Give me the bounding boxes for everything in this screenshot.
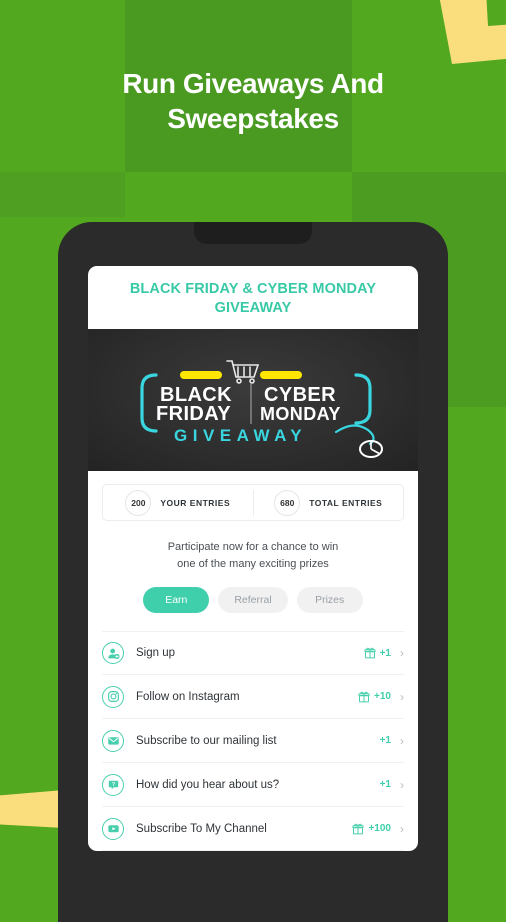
your-entries: 200 YOUR ENTRIES	[103, 489, 253, 516]
task-reward: +10 ›	[358, 690, 404, 704]
svg-text:MONDAY: MONDAY	[260, 404, 341, 424]
task-row-sign-up[interactable]: Sign up +1 ›	[102, 631, 404, 675]
tab-bar: Earn Referral Prizes	[88, 587, 418, 613]
chevron-right-icon: ›	[400, 733, 404, 748]
task-points: +1	[379, 647, 391, 659]
task-row-subscribe-channel[interactable]: Subscribe To My Channel +100 ›	[102, 807, 404, 851]
phone-screen: BLACK FRIDAY & CYBER MONDAY GIVEAWAY BLA…	[88, 266, 418, 851]
task-reward: +1 ›	[364, 646, 404, 660]
svg-text:?: ?	[111, 782, 114, 788]
question-bubble-icon: ?	[102, 773, 124, 796]
campaign-title: BLACK FRIDAY & CYBER MONDAY GIVEAWAY	[129, 281, 377, 316]
your-entries-value: 200	[125, 489, 152, 516]
your-entries-label: YOUR ENTRIES	[160, 497, 231, 508]
envelope-icon	[102, 729, 124, 752]
tab-referral[interactable]: Referral	[218, 587, 288, 613]
task-points: +1	[379, 779, 391, 790]
entries-summary: 200 YOUR ENTRIES 680 TOTAL ENTRIES	[102, 484, 404, 521]
total-entries-value: 680	[274, 489, 301, 516]
gift-icon	[364, 647, 376, 659]
task-reward: +100 ›	[352, 822, 404, 836]
svg-text:CYBER: CYBER	[264, 384, 336, 406]
task-points: +1	[379, 735, 391, 746]
total-entries: 680 TOTAL ENTRIES	[254, 489, 404, 516]
task-label: Sign up	[136, 647, 176, 659]
gift-icon	[358, 691, 370, 703]
task-row-subscribe-mailing-list[interactable]: Subscribe to our mailing list +1 ›	[102, 719, 404, 763]
bg-block	[352, 172, 506, 217]
tab-prizes[interactable]: Prizes	[296, 587, 363, 613]
chevron-right-icon: ›	[400, 821, 404, 836]
bg-block	[125, 172, 352, 217]
yellow-accent-top-right	[439, 0, 506, 64]
campaign-blurb: Participate now for a chance to win one …	[88, 539, 418, 572]
task-label: How did you hear about us?	[136, 778, 280, 791]
task-reward: +1 ›	[380, 734, 404, 748]
youtube-play-icon	[102, 817, 124, 840]
chevron-right-icon: ›	[400, 646, 404, 660]
phone-mockup: BLACK FRIDAY & CYBER MONDAY GIVEAWAY BLA…	[58, 222, 448, 922]
svg-text:FRIDAY: FRIDAY	[156, 403, 231, 425]
task-points: +10	[374, 691, 391, 702]
task-list: Sign up +1 › Follow on Instagram +10 › S…	[102, 631, 404, 851]
blurb-line-2: one of the many exciting prizes	[177, 557, 329, 570]
page-title: Run Giveaways And Sweepstakes	[0, 66, 506, 136]
campaign-banner: BLACK FRIDAY CYBER MONDAY GIVEAWAY	[88, 329, 418, 472]
banner-artwork: BLACK FRIDAY CYBER MONDAY GIVEAWAY	[140, 360, 383, 459]
computer-mouse-icon	[359, 440, 383, 459]
chevron-right-icon: ›	[400, 777, 404, 792]
blurb-line-1: Participate now for a chance to win	[167, 541, 339, 553]
task-row-follow-instagram[interactable]: Follow on Instagram +10 ›	[102, 675, 404, 719]
chevron-right-icon: ›	[400, 689, 404, 704]
task-points: +100	[368, 823, 391, 834]
svg-text:GIVEAWAY: GIVEAWAY	[174, 426, 307, 445]
instagram-icon	[102, 685, 124, 708]
task-row-how-did-you-hear[interactable]: ? How did you hear about us? +1 ›	[102, 763, 404, 807]
task-reward: +1 ›	[380, 778, 404, 792]
hero-line-1: Run Giveaways And	[122, 68, 384, 99]
phone-notch	[194, 222, 312, 244]
tab-earn[interactable]: Earn	[143, 587, 210, 613]
bg-block	[0, 172, 125, 217]
shopping-cart-icon	[226, 360, 260, 384]
task-label: Follow on Instagram	[136, 690, 240, 703]
gift-icon	[352, 823, 365, 835]
person-add-icon	[102, 642, 124, 664]
hero-line-2: Sweepstakes	[167, 103, 339, 134]
task-label: Subscribe to our mailing list	[136, 734, 277, 747]
task-label: Subscribe To My Channel	[136, 822, 267, 835]
total-entries-label: TOTAL ENTRIES	[309, 497, 383, 508]
